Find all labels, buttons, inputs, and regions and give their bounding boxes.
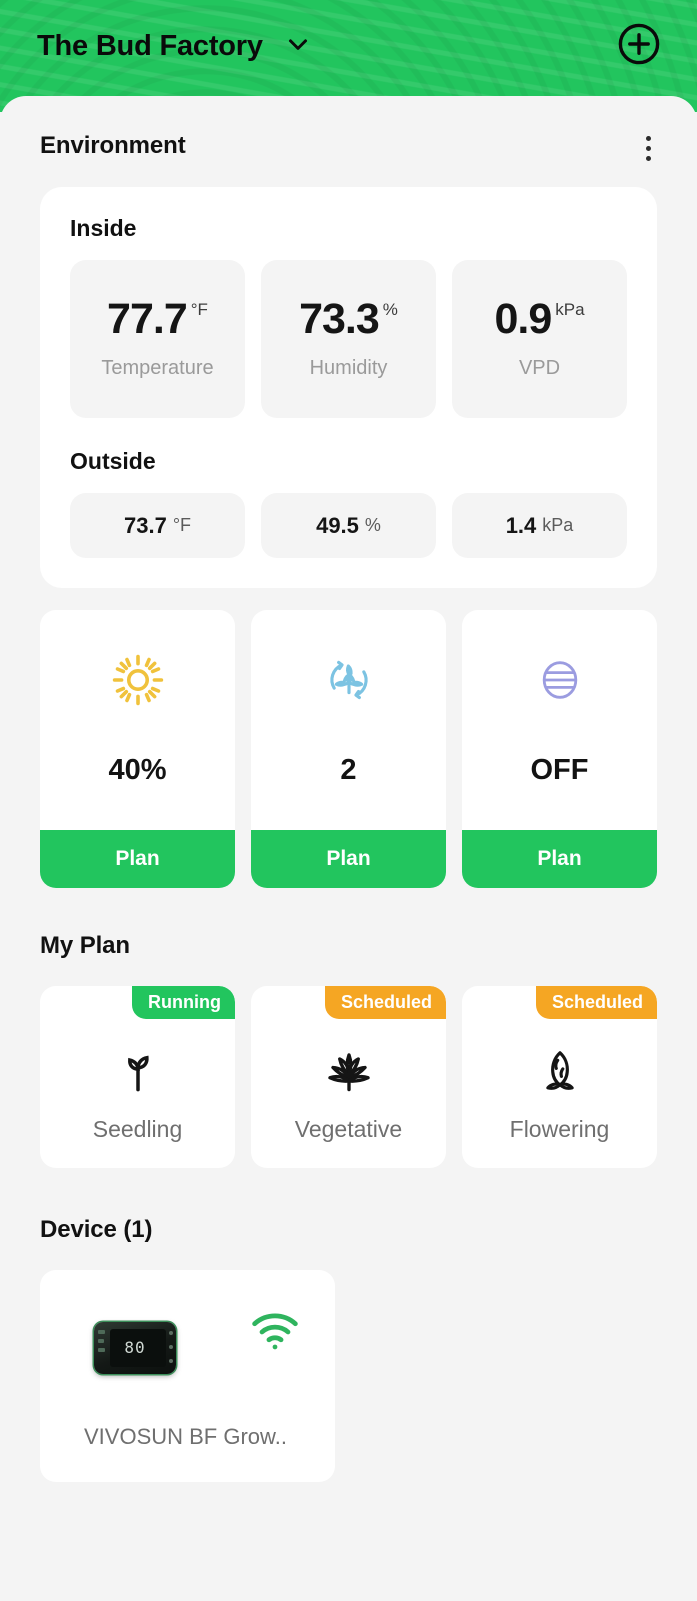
fan-value: 2 [340, 754, 357, 786]
bud-flower-icon [532, 1040, 588, 1102]
vpd-label: VPD [518, 357, 561, 379]
device-controls: 40% Plan 2 Plan OFF Plan [40, 610, 657, 888]
outside-humidity-value: 49.5 [316, 512, 359, 538]
my-plan-title: My Plan [40, 932, 130, 959]
light-value: 40% [108, 754, 167, 786]
outside-tile-vpd[interactable]: 1.4 kPa [452, 493, 627, 558]
sun-icon [111, 652, 165, 708]
environment-header: Environment [40, 96, 657, 161]
metric-tile-temperature[interactable]: 77.7 °F Temperature [70, 260, 245, 418]
status-badge: Running [132, 986, 235, 1019]
device-name: VIVOSUN BF Grow.. [84, 1424, 287, 1449]
device-card[interactable]: 80 VIVOSUN BF Grow.. [40, 1270, 335, 1482]
outside-temperature-unit: °F [172, 515, 192, 535]
app-screen: The Bud Factory Environment Inside 77.7 … [0, 0, 697, 1601]
plan-card-vegetative[interactable]: Scheduled Vegetative [251, 986, 446, 1168]
environment-card: Inside 77.7 °F Temperature 73.3 % Humidi… [40, 187, 657, 588]
metric-tile-vpd[interactable]: 0.9 kPa VPD [452, 260, 627, 418]
humidifier-value: OFF [530, 754, 589, 786]
outside-tile-humidity[interactable]: 49.5 % [261, 493, 436, 558]
outside-label: Outside [70, 448, 156, 474]
plan-name: Vegetative [294, 1116, 403, 1142]
add-button[interactable] [615, 20, 663, 73]
device-thumbnail: 80 [94, 1322, 176, 1374]
outside-metrics: 73.7 °F 49.5 % 1.4 kPa [70, 493, 627, 558]
humidity-value: 73.3 [299, 295, 380, 343]
plan-name: Seedling [92, 1116, 183, 1142]
inside-label: Inside [70, 215, 137, 241]
vpd-unit: kPa [555, 300, 585, 319]
chevron-down-icon[interactable] [283, 29, 313, 64]
content-sheet: Environment Inside 77.7 °F Temperature 7… [0, 96, 697, 1601]
humidifier-plan-button[interactable]: Plan [462, 830, 657, 888]
fan-plan-button[interactable]: Plan [251, 830, 446, 888]
outside-tile-temperature[interactable]: 73.7 °F [70, 493, 245, 558]
inside-metrics: 77.7 °F Temperature 73.3 % Humidity 0.9 [70, 260, 627, 418]
vpd-value: 0.9 [494, 295, 552, 343]
temperature-value: 77.7 [107, 295, 188, 343]
kebab-menu-icon[interactable] [640, 132, 657, 161]
control-card-fan[interactable]: 2 Plan [251, 610, 446, 888]
humidity-label: Humidity [309, 357, 388, 379]
device-display-value: 80 [124, 1338, 146, 1357]
device-list: 80 VIVOSUN BF Grow.. [40, 1270, 657, 1482]
page-title: The Bud Factory [37, 29, 263, 62]
temperature-unit: °F [190, 300, 208, 319]
humidity-unit: % [382, 300, 398, 319]
control-card-humidifier[interactable]: OFF Plan [462, 610, 657, 888]
humidifier-icon [534, 652, 586, 708]
environment-title: Environment [40, 132, 186, 159]
light-plan-button[interactable]: Plan [40, 830, 235, 888]
metric-tile-humidity[interactable]: 73.3 % Humidity [261, 260, 436, 418]
air-circulation-leaf-icon [322, 652, 376, 708]
my-plan-list: Running Seedling Scheduled Vegetative Sc… [40, 986, 657, 1168]
outside-humidity-unit: % [364, 515, 381, 535]
cannabis-leaf-icon [319, 1040, 379, 1102]
plan-card-flowering[interactable]: Scheduled Flowering [462, 986, 657, 1168]
status-badge: Scheduled [535, 986, 657, 1019]
status-badge: Scheduled [324, 986, 446, 1019]
outside-temperature-value: 73.7 [123, 512, 167, 538]
sprout-icon [110, 1040, 166, 1102]
outside-vpd-value: 1.4 [505, 512, 537, 538]
control-card-light[interactable]: 40% Plan [40, 610, 235, 888]
plan-name: Flowering [509, 1116, 610, 1142]
device-section-title: Device (1) [40, 1216, 153, 1243]
plan-card-seedling[interactable]: Running Seedling [40, 986, 235, 1168]
outside-vpd-unit: kPa [542, 515, 574, 535]
temperature-label: Temperature [101, 357, 214, 379]
wifi-icon [249, 1312, 301, 1357]
